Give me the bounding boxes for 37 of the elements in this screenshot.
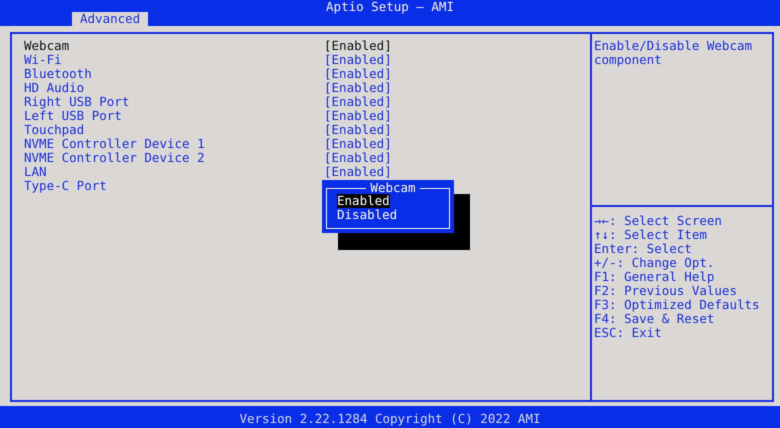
key-help-text: F3: Optimized Defaults	[594, 297, 760, 312]
setting-label[interactable]: Left USB Port	[24, 108, 122, 123]
key-help-text: F1: General Help	[594, 269, 714, 284]
setting-value[interactable]: [Enabled]	[324, 109, 392, 123]
setting-label[interactable]: Type-C Port	[24, 178, 107, 193]
help-text: Enable/Disable Webcam component	[594, 38, 752, 67]
status-bar-text: Version 2.22.1284 Copyright (C) 2022 AMI	[239, 411, 541, 426]
window-title: Aptio Setup – AMI	[325, 0, 455, 13]
setting-value[interactable]: [Enabled]	[324, 165, 392, 179]
setting-label[interactable]: Right USB Port	[24, 94, 130, 109]
setting-label[interactable]: NVME Controller Device 1	[24, 136, 205, 151]
setting-label[interactable]: Wi-Fi	[24, 52, 62, 67]
setting-value[interactable]: [Enabled]	[324, 151, 392, 165]
key-help-text: →←: Select Screen	[594, 213, 722, 228]
setting-value[interactable]: [Enabled]	[324, 95, 392, 109]
menu-tab[interactable]: Advanced	[72, 12, 148, 26]
key-help-text: Enter: Select	[594, 241, 692, 256]
popup-option[interactable]: Enabled	[337, 194, 390, 208]
key-help-text: +/-: Change Opt.	[594, 255, 714, 270]
key-help-text: F2: Previous Values	[594, 283, 737, 298]
setting-label[interactable]: Bluetooth	[24, 66, 92, 81]
setting-value[interactable]: [Enabled]	[324, 67, 392, 81]
setting-value[interactable]: [Enabled]	[324, 81, 392, 95]
setting-value[interactable]: [Enabled]	[324, 123, 392, 137]
key-help-text: F4: Save & Reset	[594, 311, 714, 326]
setting-label[interactable]: NVME Controller Device 2	[24, 150, 205, 165]
setting-value[interactable]: [Enabled]	[324, 39, 392, 53]
setting-value[interactable]: [Enabled]	[324, 137, 392, 151]
popup-option[interactable]: Disabled	[337, 208, 398, 222]
setting-value[interactable]: [Enabled]	[324, 53, 392, 67]
popup-title: Webcam	[369, 182, 417, 194]
setting-label[interactable]: Webcam	[24, 38, 70, 53]
setting-label[interactable]: Touchpad	[24, 122, 84, 137]
setting-label[interactable]: LAN	[24, 164, 47, 179]
key-help-text: ESC: Exit	[594, 325, 662, 340]
setting-label[interactable]: HD Audio	[24, 80, 84, 95]
key-help-text: ↑↓: Select Item	[594, 227, 707, 242]
